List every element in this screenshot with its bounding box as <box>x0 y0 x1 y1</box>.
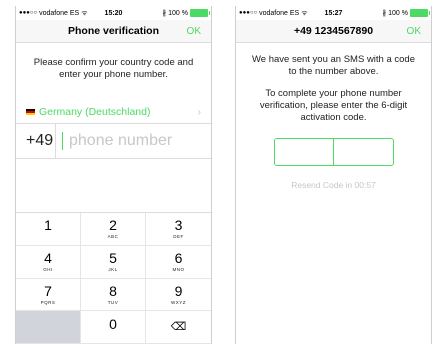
key-5[interactable]: 5 JKL <box>81 245 146 279</box>
numeric-keypad: 1 2 ABC 3 DEF 4 GHI 5 JKL 6 MNO 7 PQRS 8 TUV 9W… <box>16 212 211 344</box>
code-box-right[interactable] <box>334 139 393 165</box>
country-selector[interactable]: Germany (Deutschland) › <box>16 101 211 124</box>
page-title: Phone verification <box>67 25 160 37</box>
nav-bar: +49 1234567890 OK <box>236 20 431 43</box>
key-1[interactable]: 1 <box>16 213 81 246</box>
ok-button[interactable]: OK <box>187 26 201 37</box>
activation-code-screen: ●●●○○ vodafone ES ᯤ 15:27 ∦ 100 % +49 12… <box>235 6 432 344</box>
country-name: Germany (Deutschland) <box>39 106 151 118</box>
battery-icon <box>410 9 430 17</box>
instruction-text: To complete your phone number verificati… <box>259 88 408 123</box>
key-7[interactable]: 7 PQRS <box>16 278 81 312</box>
activation-code-input[interactable] <box>273 138 394 166</box>
status-bar: ●●●○○ vodafone ES ᯤ 15:27 ∦ 100 % <box>236 6 431 20</box>
backspace-icon: ⌫ <box>170 320 187 333</box>
key-4[interactable]: 4 GHI <box>16 245 81 279</box>
phone-number-input[interactable] <box>63 131 211 151</box>
battery-icon <box>190 9 210 17</box>
phone-entry-row: +49 <box>16 124 211 159</box>
nav-bar: Phone verification OK <box>16 20 211 43</box>
key-6[interactable]: 6 MNO <box>146 245 211 279</box>
key-9[interactable]: 9 WXYZ <box>146 278 211 312</box>
status-time: 15:20 <box>104 9 123 17</box>
key-blank <box>16 311 81 344</box>
status-time: 15:27 <box>324 9 343 17</box>
germany-flag-icon <box>26 108 35 116</box>
key-3[interactable]: 3 DEF <box>146 213 211 246</box>
instruction-text: Please confirm your country code and ent… <box>33 57 194 80</box>
chevron-right-icon: › <box>197 106 201 118</box>
resend-code-label: Resend Code in 00:57 <box>291 180 376 190</box>
page-title: +49 1234567890 <box>293 25 374 37</box>
phone-verification-screen: ●●●○○ vodafone ES ᯤ 15:20 ∦ 100 % Phone … <box>15 6 212 344</box>
key-8[interactable]: 8 TUV <box>81 278 146 312</box>
ok-button[interactable]: OK <box>407 26 421 37</box>
status-bar: ●●●○○ vodafone ES ᯤ 15:20 ∦ 100 % <box>16 6 211 20</box>
code-box-left[interactable] <box>275 139 334 165</box>
sms-sent-message: We have sent you an SMS with a code to t… <box>252 54 415 77</box>
key-0[interactable]: 0 <box>81 311 146 344</box>
country-code[interactable]: +49 <box>16 124 57 158</box>
key-2[interactable]: 2 ABC <box>81 213 146 246</box>
backspace-key[interactable]: ⌫ <box>146 311 211 344</box>
